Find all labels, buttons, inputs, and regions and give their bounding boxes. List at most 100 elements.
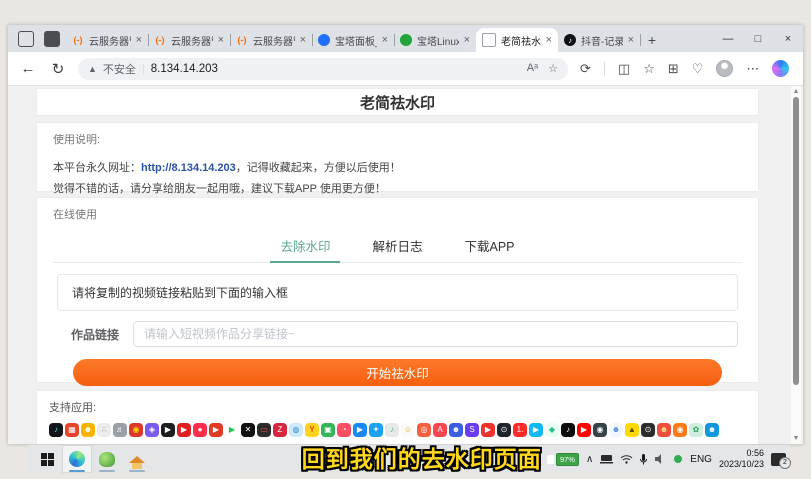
- red-square-play-icon: ▶: [481, 423, 495, 437]
- redface-app-icon: ☻: [657, 423, 671, 437]
- jianying-icon: ▦: [65, 423, 79, 437]
- browser-tab[interactable]: ♪抖音-记录美好×: [558, 28, 640, 52]
- usage-card: 使用说明: 本平台永久网址：http://8.134.14.203，记得收藏起来…: [36, 122, 759, 192]
- speaker-icon[interactable]: [654, 454, 666, 464]
- black-x-app-icon: ✕: [241, 423, 255, 437]
- focus-app-icon: ⊙: [641, 423, 655, 437]
- workspaces-icon[interactable]: [18, 31, 34, 47]
- maximize-button[interactable]: □: [743, 25, 773, 52]
- browser-window: (-)云服务器管理×(-)云服务器管理×(-)云服务器管理×宝塔面板_首页×宝塔…: [8, 25, 803, 444]
- laptop-icon[interactable]: [600, 454, 613, 464]
- notifications-icon[interactable]: 2: [771, 453, 786, 466]
- tab-close-icon[interactable]: ×: [546, 34, 552, 46]
- taskbar-green-app[interactable]: [92, 445, 122, 473]
- windows-logo-icon: [41, 453, 54, 466]
- video-subtitle: 回到我们的去水印页面: [302, 440, 542, 474]
- tab-title: 宝塔面板_首页: [335, 33, 377, 48]
- read-aloud-icon[interactable]: Aᵃ: [527, 62, 538, 75]
- tab-active-function[interactable]: 去除水印: [278, 230, 332, 262]
- baota-linux-icon: [400, 34, 412, 46]
- tab-title: 抖音-记录美好: [581, 33, 623, 48]
- supported-heading: 支持应用:: [49, 399, 746, 415]
- time-text: 0:56: [746, 448, 764, 458]
- tab-list: (-)云服务器管理×(-)云服务器管理×(-)云服务器管理×宝塔面板_首页×宝塔…: [66, 28, 640, 52]
- browser-tab[interactable]: 老简祛水印-短×: [476, 28, 558, 52]
- browser-tab[interactable]: (-)云服务器管理×: [66, 28, 148, 52]
- youtube-icon: ▶: [577, 423, 591, 437]
- tab-close-icon[interactable]: ×: [628, 34, 634, 46]
- start-button[interactable]: [32, 445, 62, 473]
- page-title: 老简祛水印: [36, 88, 759, 116]
- tab-function[interactable]: 下载APP: [463, 230, 517, 262]
- hidden-icons-chevron[interactable]: ∧: [586, 454, 593, 465]
- not-secure-label: 不安全: [103, 61, 136, 77]
- blue-drop-app-icon: ◍: [289, 423, 303, 437]
- scroll-down-icon[interactable]: ▼: [791, 435, 801, 442]
- dark-play-icon: ▶: [161, 423, 175, 437]
- permanent-url-link[interactable]: http://8.134.14.203: [141, 162, 236, 174]
- more-menu-icon[interactable]: ⋯: [746, 61, 759, 77]
- browser-tab[interactable]: (-)云服务器管理×: [148, 28, 230, 52]
- minimize-button[interactable]: —: [713, 25, 743, 52]
- tab-function[interactable]: 解析日志: [370, 230, 424, 262]
- close-button[interactable]: ×: [773, 25, 803, 52]
- collections-icon[interactable]: ⊞: [668, 61, 679, 77]
- refresh-icon[interactable]: ↻: [48, 60, 68, 78]
- video-link-input[interactable]: [133, 321, 738, 347]
- favorites-icon[interactable]: ☆: [643, 61, 655, 77]
- notification-count-badge: 2: [779, 457, 791, 469]
- whiteface-app-icon: ☻: [609, 423, 623, 437]
- video-frame: (-)云服务器管理×(-)云服务器管理×(-)云服务器管理×宝塔面板_首页×宝塔…: [0, 0, 811, 479]
- online-use-card: 在线使用 去除水印解析日志下载APP 请将复制的视频链接粘贴到下面的输入框 作品…: [36, 197, 759, 383]
- pink-app-icon: ◔: [337, 423, 351, 437]
- favorite-star-icon[interactable]: ☆: [548, 62, 558, 75]
- tab-close-icon[interactable]: ×: [300, 34, 306, 46]
- permanent-url-line: 本平台永久网址：http://8.134.14.203，记得收藏起来，方便以后使…: [53, 159, 742, 175]
- browser-tab[interactable]: 宝塔Linux面板 ×: [394, 28, 476, 52]
- tab-close-icon[interactable]: ×: [218, 34, 224, 46]
- tab-close-icon[interactable]: ×: [136, 34, 142, 46]
- back-icon[interactable]: ←: [18, 60, 38, 77]
- taskbar-home-app[interactable]: [122, 445, 152, 473]
- history-icon[interactable]: ⟳: [580, 61, 591, 77]
- tab-title: 宝塔Linux面板: [417, 33, 459, 48]
- browser-tab[interactable]: (-)云服务器管理×: [230, 28, 312, 52]
- new-tab-button[interactable]: +: [640, 28, 664, 52]
- camera-dark-app-icon: ◉: [593, 423, 607, 437]
- shua-app-icon: S: [465, 423, 479, 437]
- page-scrollbar[interactable]: ▲ ▼: [791, 86, 801, 444]
- scrollbar-thumb[interactable]: [793, 97, 799, 385]
- battery-indicator[interactable]: 97%: [547, 453, 579, 466]
- not-secure-warning-icon: ▲: [88, 64, 97, 74]
- language-indicator[interactable]: ENG: [690, 454, 712, 465]
- system-tray: 97% ∧ ENG 0:56 2023/10/23 2: [547, 445, 786, 473]
- tab-title: 云服务器管理: [89, 33, 131, 48]
- wifi-icon[interactable]: [620, 454, 633, 464]
- tab-actions-icon[interactable]: [44, 31, 60, 47]
- clock[interactable]: 0:56 2023/10/23: [719, 448, 764, 471]
- supported-apps-card: 支持应用: ♪▦☻∴♬◉◈▶▶●▶▶✕▭Z◍Y▣◔▶✦♪☺◎A☻S▶⊙1.▶◆♪…: [36, 390, 759, 444]
- safety-icon[interactable]: [673, 454, 683, 464]
- tab-close-icon[interactable]: ×: [382, 34, 388, 46]
- browser-essentials-icon[interactable]: ♡: [692, 61, 704, 77]
- copilot-icon[interactable]: [772, 60, 789, 77]
- split-screen-icon[interactable]: ◫: [618, 61, 630, 77]
- battery-percent: 97%: [556, 453, 579, 466]
- red-text-app-icon: Z: [273, 423, 287, 437]
- taskbar-edge-app[interactable]: [62, 445, 92, 473]
- address-bar[interactable]: ▲ 不安全 | 8.134.14.203 Aᵃ ☆: [78, 58, 568, 80]
- tab-close-icon[interactable]: ×: [464, 34, 470, 46]
- browser-tab[interactable]: 宝塔面板_首页 ×: [312, 28, 394, 52]
- link-label: 作品链接: [57, 326, 119, 343]
- microphone-icon[interactable]: [640, 454, 647, 465]
- start-remove-watermark-button[interactable]: 开始祛水印: [73, 359, 722, 386]
- green-tile-app-icon: ▣: [321, 423, 335, 437]
- kuaishou-lite-icon: ☻: [81, 423, 95, 437]
- scroll-up-icon[interactable]: ▲: [791, 88, 801, 95]
- green-diamond-app-icon: ◆: [545, 423, 559, 437]
- twitter-icon: ✦: [369, 423, 383, 437]
- profile-avatar[interactable]: [716, 60, 733, 77]
- red-dot-app-icon: ●: [193, 423, 207, 437]
- toolbar-divider: [604, 62, 605, 76]
- blue-circle-play-icon: ▶: [529, 423, 543, 437]
